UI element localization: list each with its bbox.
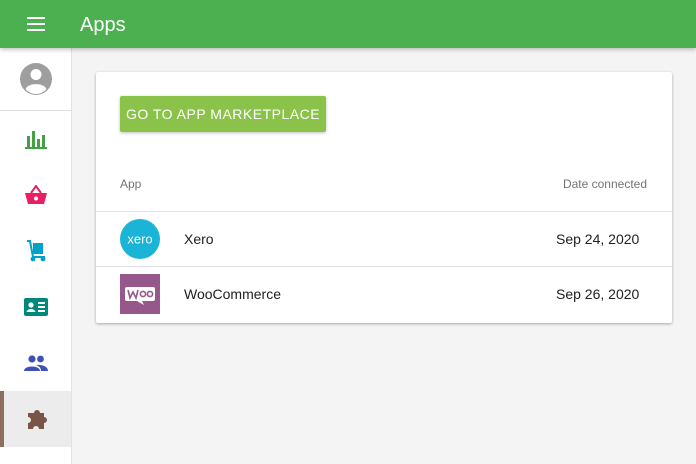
account-circle-icon [19,63,52,95]
column-header-app: App [120,177,142,191]
sidebar-item-apps[interactable] [0,391,71,447]
sidebar-item-contacts[interactable] [0,279,71,335]
table-row[interactable]: WooCommerce Sep 26, 2020 [96,266,672,321]
puzzle-icon [27,410,47,429]
table-row[interactable]: xero Xero Sep 24, 2020 [96,211,672,266]
sidebar [0,48,72,464]
sidebar-item-sales[interactable] [0,167,71,223]
date-connected: Sep 26, 2020 [556,286,640,302]
bar-chart-icon [24,131,47,149]
basket-icon [24,185,47,204]
avatar[interactable] [0,48,71,111]
sidebar-item-delivery[interactable] [0,223,71,279]
menu-button[interactable] [16,10,56,38]
people-icon [23,355,48,371]
apps-card: GO TO APP MARKETPLACE App Date connected… [96,72,672,323]
sidebar-item-reports[interactable] [0,111,71,167]
xero-logo-icon: xero [120,219,160,259]
app-name: Xero [184,231,214,247]
contact-card-icon [23,298,48,316]
go-to-app-marketplace-button[interactable]: GO TO APP MARKETPLACE [120,96,326,132]
column-header-date-connected: Date connected [562,177,647,191]
svg-text:xero: xero [127,232,152,247]
date-connected: Sep 24, 2020 [556,231,640,247]
app-name: WooCommerce [184,286,281,302]
hand-truck-icon [26,240,45,262]
top-app-bar: Apps [0,0,696,48]
woocommerce-logo-icon [120,274,160,314]
sidebar-item-users[interactable] [0,335,71,391]
page-title: Apps [80,14,126,36]
menu-icon [27,17,45,31]
